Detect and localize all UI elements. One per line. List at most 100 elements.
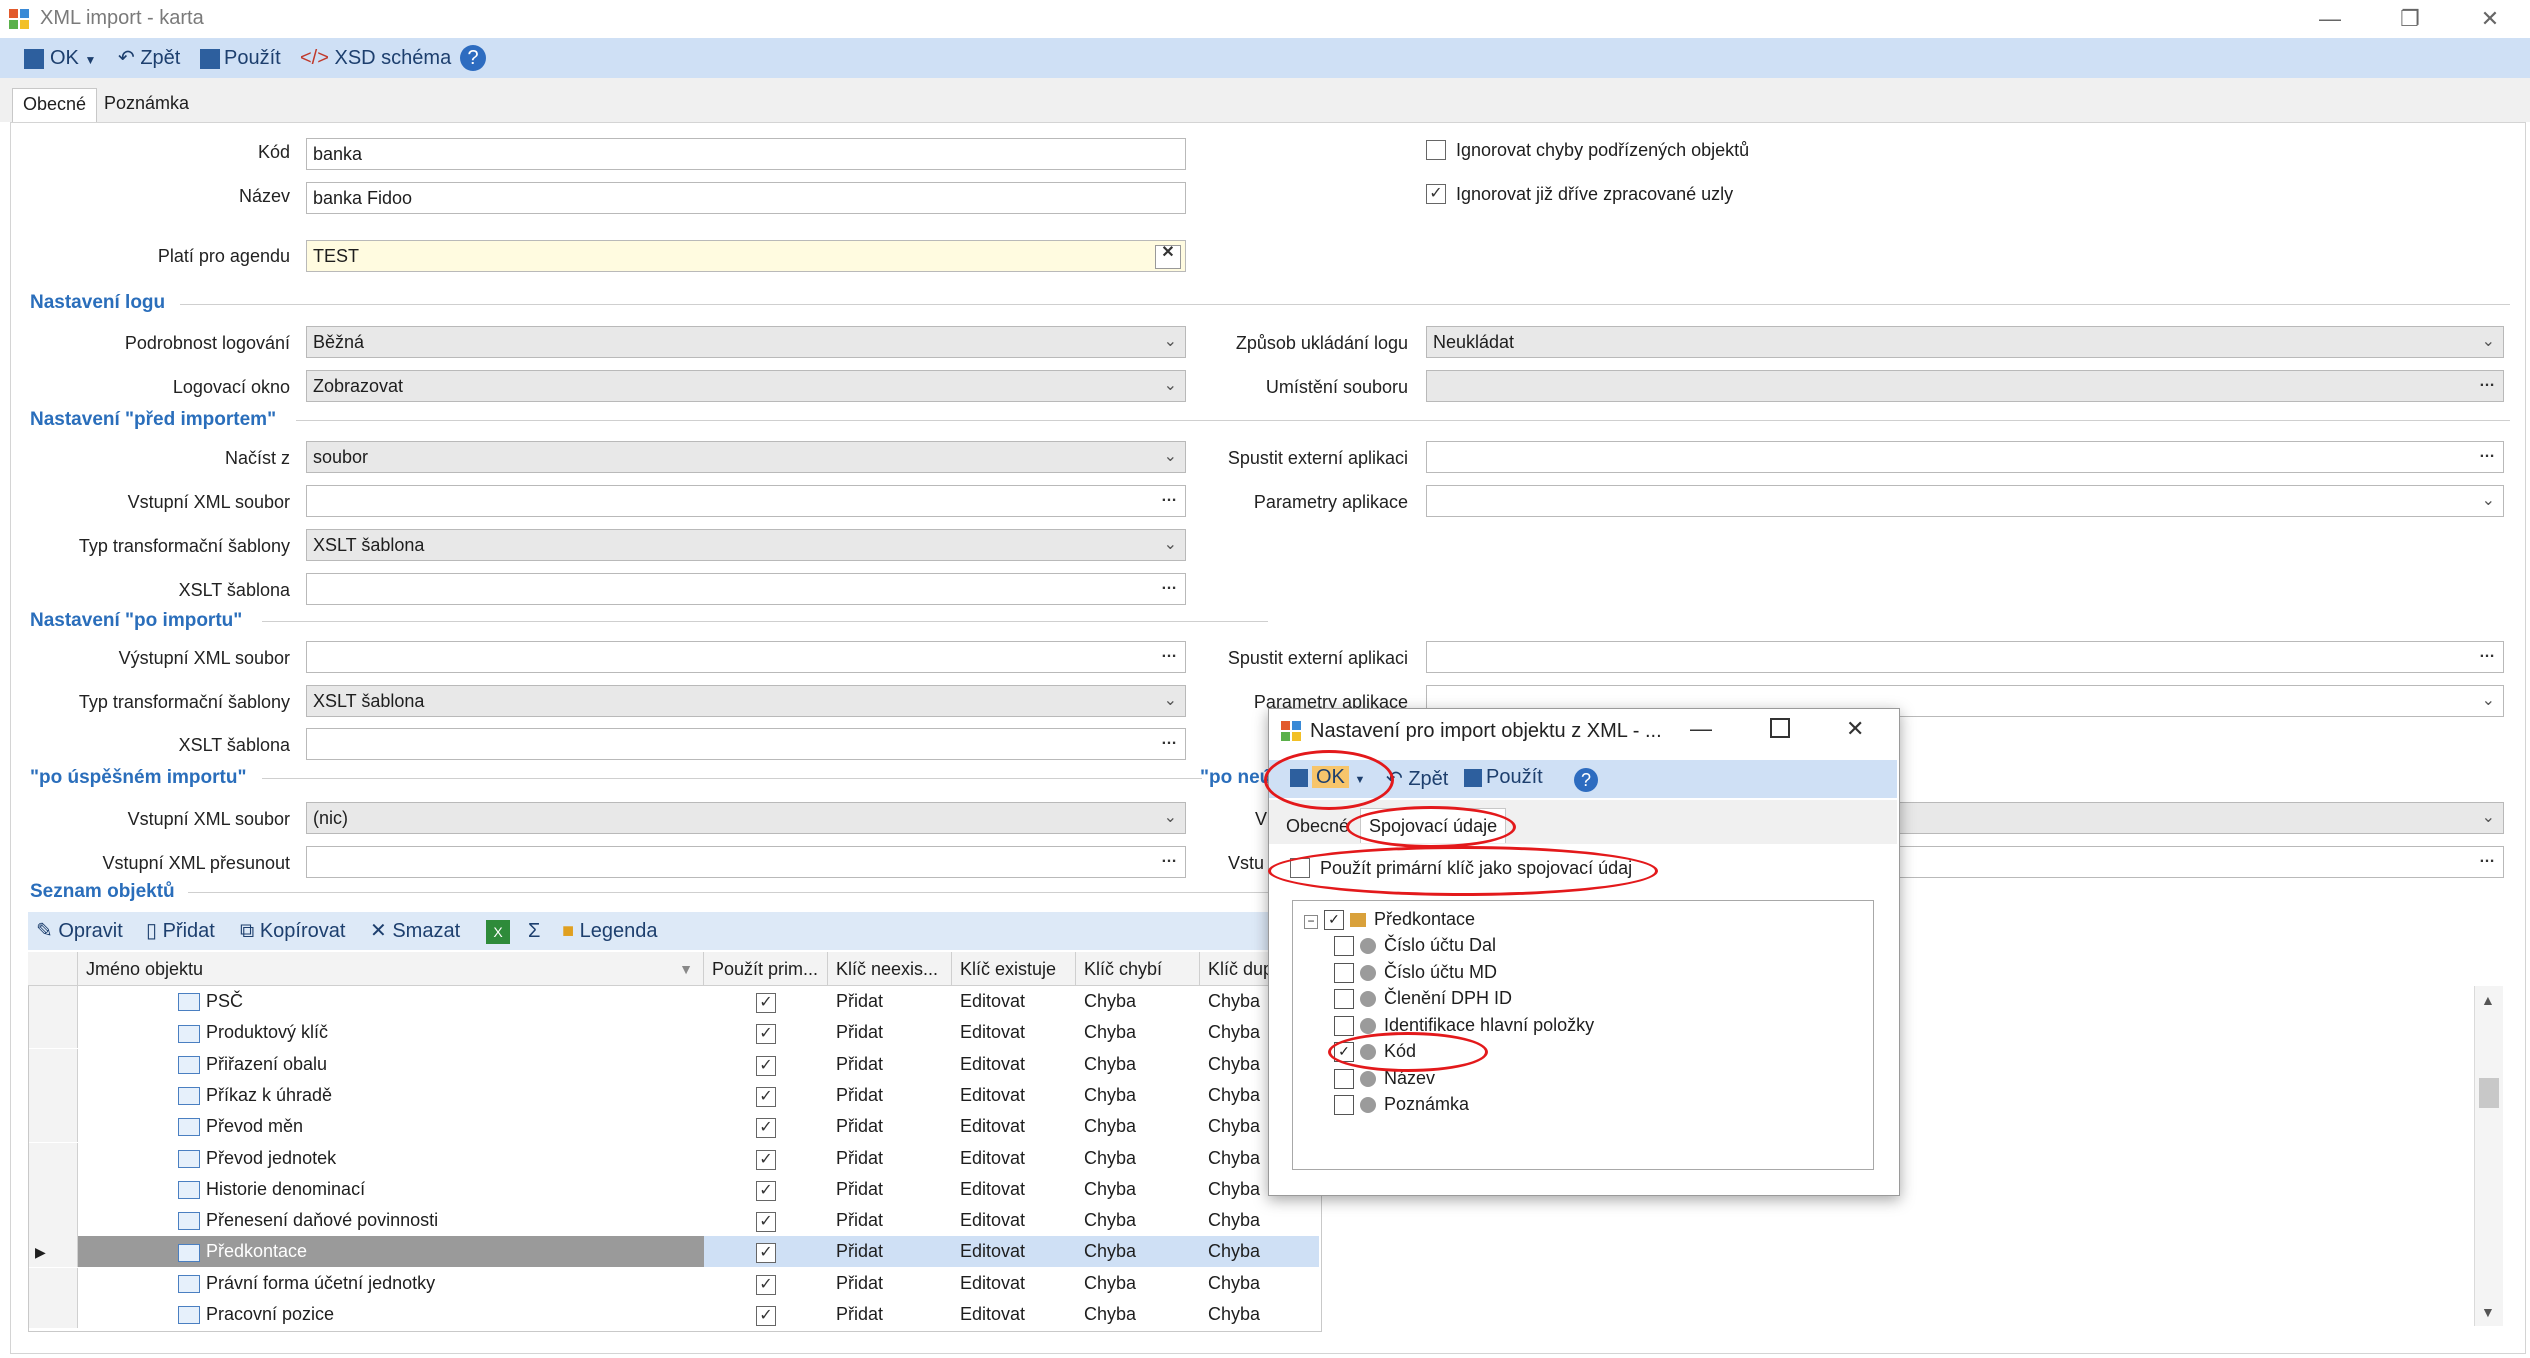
edit-object-button[interactable]: ✎ Opravit — [36, 918, 123, 944]
tree-item-checkbox[interactable] — [1334, 1015, 1354, 1036]
minimize-button[interactable]: — — [2300, 2, 2360, 36]
dialog-help-icon[interactable]: ? — [1574, 768, 1598, 792]
row-primary-checkbox[interactable]: ✓ — [704, 1017, 828, 1048]
browse-icon[interactable]: … — [2475, 445, 2499, 468]
table-row[interactable]: Právní forma účetní jednotky ✓ Přidat Edito… — [29, 1267, 1319, 1299]
success-input-select[interactable]: (nic) ⌄ — [306, 802, 1186, 834]
tab-note[interactable]: Poznámka — [94, 88, 199, 122]
before-xslt-field[interactable]: … — [306, 573, 1186, 605]
close-button[interactable]: ✕ — [2460, 2, 2520, 36]
col-header-key-not-exists[interactable]: Klíč neexis... — [828, 952, 952, 986]
scroll-down-icon[interactable]: ▼ — [2481, 1304, 2495, 1320]
browse-icon[interactable]: … — [2475, 850, 2499, 873]
row-primary-checkbox[interactable]: ✓ — [704, 1143, 828, 1174]
col-header-name[interactable]: Jméno objektu ▼ — [78, 952, 704, 986]
after-output-field[interactable]: … — [306, 641, 1186, 673]
col-header-primary[interactable]: Použít prim... — [704, 952, 828, 986]
row-primary-checkbox[interactable]: ✓ — [704, 986, 828, 1017]
browse-icon[interactable]: … — [2475, 374, 2499, 397]
row-primary-checkbox[interactable]: ✓ — [704, 1049, 828, 1080]
tree-root-node[interactable]: − ✓ Předkontace — [1304, 906, 1475, 932]
dialog-minimize-button[interactable]: — — [1690, 716, 1712, 742]
dialog-back-button[interactable]: ↶ Zpět — [1386, 766, 1448, 791]
table-row[interactable]: Produktový klíč ✓ Přidat Editovat Chyba Chyba — [29, 1017, 1319, 1049]
clear-icon[interactable]: ✕ — [1155, 245, 1181, 269]
log-window-select[interactable]: Zobrazovat ⌄ — [306, 370, 1186, 402]
row-primary-checkbox[interactable]: ✓ — [704, 1205, 828, 1236]
excel-icon[interactable]: X — [486, 920, 510, 944]
add-object-button[interactable]: ▯ Přidat — [146, 918, 215, 944]
tree-item-checkbox[interactable] — [1334, 936, 1354, 957]
tree-item[interactable]: Číslo účtu Dal — [1334, 932, 1496, 958]
col-header-key-missing[interactable]: Klíč chybí — [1076, 952, 1200, 986]
tree-item[interactable]: Poznámka — [1334, 1091, 1469, 1117]
row-primary-checkbox[interactable]: ✓ — [704, 1299, 828, 1328]
scroll-thumb[interactable] — [2479, 1078, 2499, 1108]
help-icon[interactable]: ? — [460, 45, 486, 71]
tab-general[interactable]: Obecné — [12, 88, 98, 123]
row-primary-checkbox[interactable]: ✓ — [704, 1236, 828, 1268]
table-row[interactable]: Historie denominací ✓ Přidat Editovat Chyba C… — [29, 1173, 1319, 1205]
dropdown-arrow-icon[interactable]: ▼ — [84, 53, 96, 67]
row-primary-checkbox[interactable]: ✓ — [704, 1268, 828, 1299]
agenda-input[interactable]: TEST ✕ — [306, 240, 1186, 272]
after-xslt-field[interactable]: … — [306, 728, 1186, 760]
load-from-select[interactable]: soubor ⌄ — [306, 441, 1186, 473]
table-row[interactable]: Příkaz k úhradě ✓ Přidat Editovat Chyba Chyba — [29, 1079, 1319, 1111]
dialog-apply-button[interactable]: Použít — [1464, 766, 1543, 789]
table-row[interactable]: Pracovní pozice ✓ Přidat Editovat Chyba Chyba — [29, 1299, 1319, 1328]
before-type-select[interactable]: XSLT šablona ⌄ — [306, 529, 1186, 561]
browse-icon[interactable]: … — [1157, 732, 1181, 755]
name-input[interactable]: banka Fidoo — [306, 182, 1186, 214]
dialog-close-button[interactable]: ✕ — [1846, 716, 1864, 742]
failure-move-field[interactable]: … — [1880, 846, 2504, 878]
ignore-errors-checkbox[interactable] — [1426, 140, 1446, 160]
collapse-icon[interactable]: − — [1304, 915, 1318, 929]
table-row[interactable]: Přenesení daňové povinnosti ✓ Přidat Editov… — [29, 1205, 1319, 1237]
tree-item[interactable]: Číslo účtu MD — [1334, 959, 1497, 985]
tree-item-checkbox[interactable] — [1334, 962, 1354, 983]
log-detail-select[interactable]: Běžná ⌄ — [306, 326, 1186, 358]
tree-item[interactable]: Členění DPH ID — [1334, 985, 1512, 1011]
apply-button[interactable]: Použít — [200, 44, 281, 72]
after-ext-field[interactable]: … — [1426, 641, 2504, 673]
vertical-scrollbar[interactable]: ▲ ▼ — [2474, 986, 2503, 1326]
log-file-input[interactable]: … — [1426, 370, 2504, 402]
back-button[interactable]: ↶ Zpět — [118, 44, 180, 72]
ok-button[interactable]: OK ▼ — [24, 44, 96, 72]
tree-item-checkbox[interactable] — [1334, 989, 1354, 1010]
table-row[interactable]: PSČ ✓ Přidat Editovat Chyba Chyba — [29, 986, 1319, 1017]
tree-item-checkbox[interactable] — [1334, 1095, 1354, 1116]
tree-item-checkbox[interactable] — [1334, 1068, 1354, 1089]
table-row[interactable]: ▶ Předkontace ✓ Přidat Editovat Chyba Chyba — [29, 1236, 1319, 1268]
row-primary-checkbox[interactable]: ✓ — [704, 1174, 828, 1205]
before-ext-field[interactable]: … — [1426, 441, 2504, 473]
scroll-up-icon[interactable]: ▲ — [2481, 992, 2495, 1008]
log-save-select[interactable]: Neukládat ⌄ — [1426, 326, 2504, 358]
legend-button[interactable]: ■ Legenda — [562, 918, 658, 944]
dialog-maximize-button[interactable] — [1770, 718, 1790, 738]
browse-icon[interactable]: … — [1157, 850, 1181, 873]
table-row[interactable]: Přiřazení obalu ✓ Přidat Editovat Chyba Chyba — [29, 1048, 1319, 1080]
success-move-field[interactable]: … — [306, 846, 1186, 878]
before-input-field[interactable]: … — [306, 485, 1186, 517]
before-params-select[interactable]: ⌄ — [1426, 485, 2504, 517]
xsd-schema-button[interactable]: </> XSD schéma — [300, 44, 451, 72]
copy-object-button[interactable]: ⧉ Kopírovat — [240, 918, 345, 944]
row-primary-checkbox[interactable]: ✓ — [704, 1111, 828, 1142]
col-header-key-exists[interactable]: Klíč existuje — [952, 952, 1076, 986]
failure-input-select[interactable]: ⌄ — [1880, 802, 2504, 834]
delete-object-button[interactable]: ✕ Smazat — [370, 918, 460, 944]
code-input[interactable]: banka — [306, 138, 1186, 170]
sum-button[interactable]: Σ — [528, 918, 540, 944]
browse-icon[interactable]: … — [2475, 645, 2499, 668]
restore-button[interactable]: ❐ — [2380, 2, 2440, 36]
browse-icon[interactable]: … — [1157, 577, 1181, 600]
after-type-select[interactable]: XSLT šablona ⌄ — [306, 685, 1186, 717]
dialog-tab-general[interactable]: Obecné — [1286, 816, 1349, 837]
row-primary-checkbox[interactable]: ✓ — [704, 1080, 828, 1111]
tree-root-checkbox[interactable]: ✓ — [1324, 910, 1344, 931]
table-row[interactable]: Převod měn ✓ Přidat Editovat Chyba Chyba — [29, 1111, 1319, 1143]
table-row[interactable]: Převod jednotek ✓ Přidat Editovat Chyba Chyba — [29, 1142, 1319, 1174]
ignore-processed-checkbox[interactable]: ✓ — [1426, 184, 1446, 204]
